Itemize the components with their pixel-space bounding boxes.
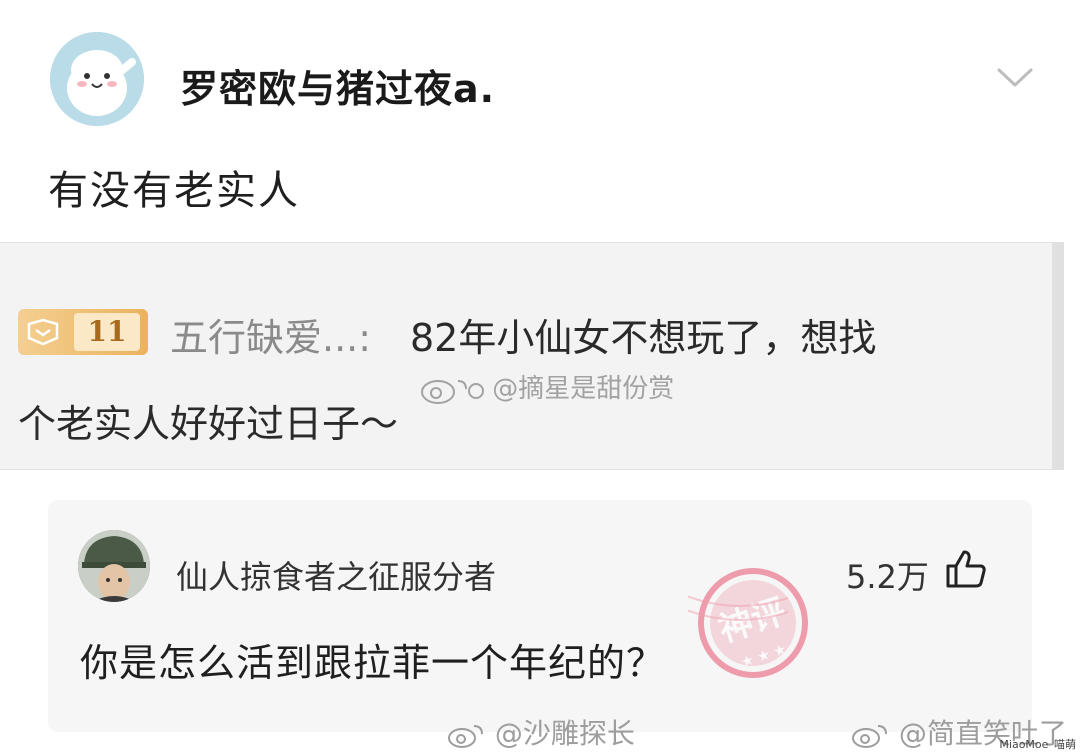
thumbs-up-icon[interactable] <box>944 548 988 590</box>
post-author-name[interactable]: 罗密欧与猪过夜a. <box>180 58 495 113</box>
hot-comment-card[interactable]: 仙人掠食者之征服分者 5.2万 你是怎么活到跟拉菲一个年纪的？ 神评 ★ ★ ★ <box>48 500 1032 732</box>
quoted-screenshot: 11 五行缺爱...: 82年小仙女不想玩了，想找 个老实人好好过日子～ @摘星… <box>0 242 1064 470</box>
avatar-cartoon-image <box>50 32 144 126</box>
quote-watermark: @摘星是甜份赏 <box>418 368 674 405</box>
fan-level-badge: 11 <box>18 309 148 355</box>
weibo-logo-icon <box>421 379 484 404</box>
god-comment-stamp: 神评 ★ ★ ★ <box>688 568 808 678</box>
comment-body-text: 你是怎么活到跟拉菲一个年纪的？ <box>80 641 666 685</box>
like-count: 5.2万 <box>846 558 929 596</box>
quoted-text-line-1: 82年小仙女不想玩了，想找 <box>410 316 877 360</box>
commenter-avatar[interactable] <box>78 530 150 602</box>
site-watermark-text: MiaoMoe <box>999 738 1049 751</box>
site-watermark-sub: 喵萌 <box>1054 738 1076 751</box>
watermark-left: @沙雕探长 <box>446 712 635 752</box>
soldier-avatar-image <box>78 530 150 602</box>
commenter-name[interactable]: 仙人掠食者之征服分者 <box>176 552 496 598</box>
watermark-left-text: @沙雕探长 <box>494 717 635 750</box>
quote-watermark-text: @摘星是甜份赏 <box>492 374 675 404</box>
post-author-avatar[interactable] <box>50 32 144 126</box>
site-watermark: MiaoMoe 喵萌 <box>999 733 1076 752</box>
weibo-logo-icon <box>852 725 887 748</box>
quoted-user-name: 五行缺爱...: <box>170 316 372 360</box>
quoted-text-line-2: 个老实人好好过日子～ <box>18 402 399 446</box>
post-body-text: 有没有老实人 <box>48 168 300 214</box>
fan-badge-icon <box>27 318 59 346</box>
fan-level-number: 11 <box>74 313 140 351</box>
weibo-logo-icon <box>448 725 483 748</box>
chevron-down-icon[interactable] <box>995 66 1035 90</box>
